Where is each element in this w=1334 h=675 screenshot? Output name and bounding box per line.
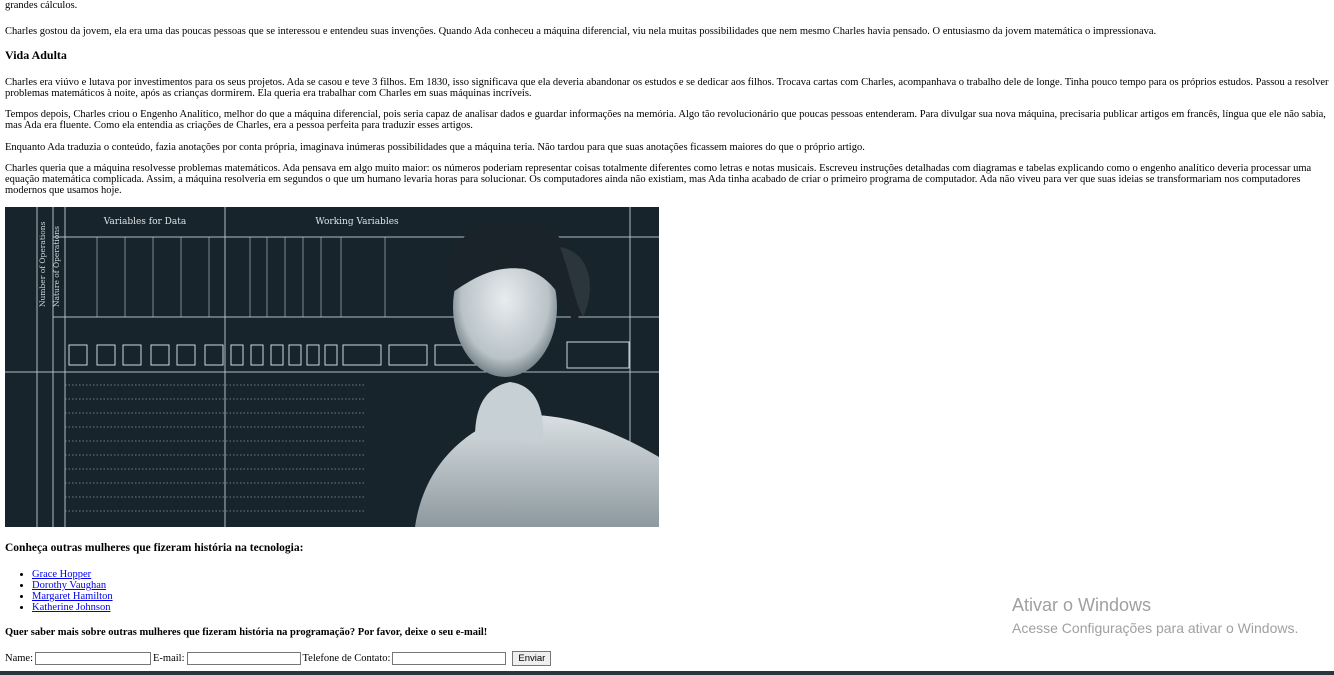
paragraph-engenho-analitico: Tempos depois, Charles criou o Engenho A… xyxy=(5,109,1326,131)
watermark-title: Ativar o Windows xyxy=(1012,595,1152,615)
intro-paragraph-tail: …………………………………………………………………………………………………………… xyxy=(5,0,1329,11)
ada-lovelace-image: Variables for Data Working Variables Num… xyxy=(5,207,659,527)
windows-activation-watermark: Ativar o Windows Acesse Configurações pa… xyxy=(1012,595,1298,638)
intro-tail-text: grandes cálculos. xyxy=(5,0,78,11)
list-item: Margaret Hamilton xyxy=(32,591,113,602)
taskbar-edge xyxy=(0,671,1334,675)
list-item: Katherine Johnson xyxy=(32,602,113,613)
paragraph-viuvo: Charles era viúvo e lutava por investime… xyxy=(5,77,1329,99)
link-margaret-hamilton[interactable]: Margaret Hamilton xyxy=(32,591,113,602)
list-item: Grace Hopper xyxy=(32,569,113,580)
women-links-list: Grace Hopper Dorothy Vaughan Margaret Ha… xyxy=(12,569,113,613)
col-group-label-working: Working Variables xyxy=(315,217,399,227)
paragraph-ada-traduzia: Enquanto Ada traduzia o conteúdo, fazia … xyxy=(5,142,865,153)
side-label-nature: Nature of Operations xyxy=(52,226,61,307)
contact-form: Name: E-mail: Telefone de Contato: Envia… xyxy=(5,651,552,666)
list-item: Dorothy Vaughan xyxy=(32,580,113,591)
col-group-label-data: Variables for Data xyxy=(103,217,187,227)
link-katherine-johnson[interactable]: Katherine Johnson xyxy=(32,602,110,613)
phone-input[interactable] xyxy=(392,652,507,665)
link-dorothy-vaughan[interactable]: Dorothy Vaughan xyxy=(32,580,106,591)
submit-button[interactable]: Enviar xyxy=(512,651,552,666)
side-label-number: Number of Operations xyxy=(38,221,47,307)
phone-label: Telefone de Contato: xyxy=(302,653,391,664)
name-label: Name: xyxy=(5,653,33,664)
paragraph-charles-queria: Charles queria que a máquina resolvesse … xyxy=(5,163,1312,196)
email-label: E-mail: xyxy=(153,653,185,664)
ada-lovelace-illustration: Variables for Data Working Variables Num… xyxy=(5,207,659,527)
section-heading-vida-adulta: Vida Adulta xyxy=(5,48,67,62)
link-grace-hopper[interactable]: Grace Hopper xyxy=(32,569,91,580)
more-women-heading: Conheça outras mulheres que fizeram hist… xyxy=(5,542,304,554)
watermark-subtitle: Acesse Configurações para ativar o Windo… xyxy=(1012,620,1299,636)
name-input[interactable] xyxy=(35,652,151,665)
paragraph-charles-gostou: Charles gostou da jovem, ela era uma das… xyxy=(5,26,1157,37)
email-input[interactable] xyxy=(186,652,301,665)
newsletter-cta: Quer saber mais sobre outras mulheres qu… xyxy=(5,627,488,638)
